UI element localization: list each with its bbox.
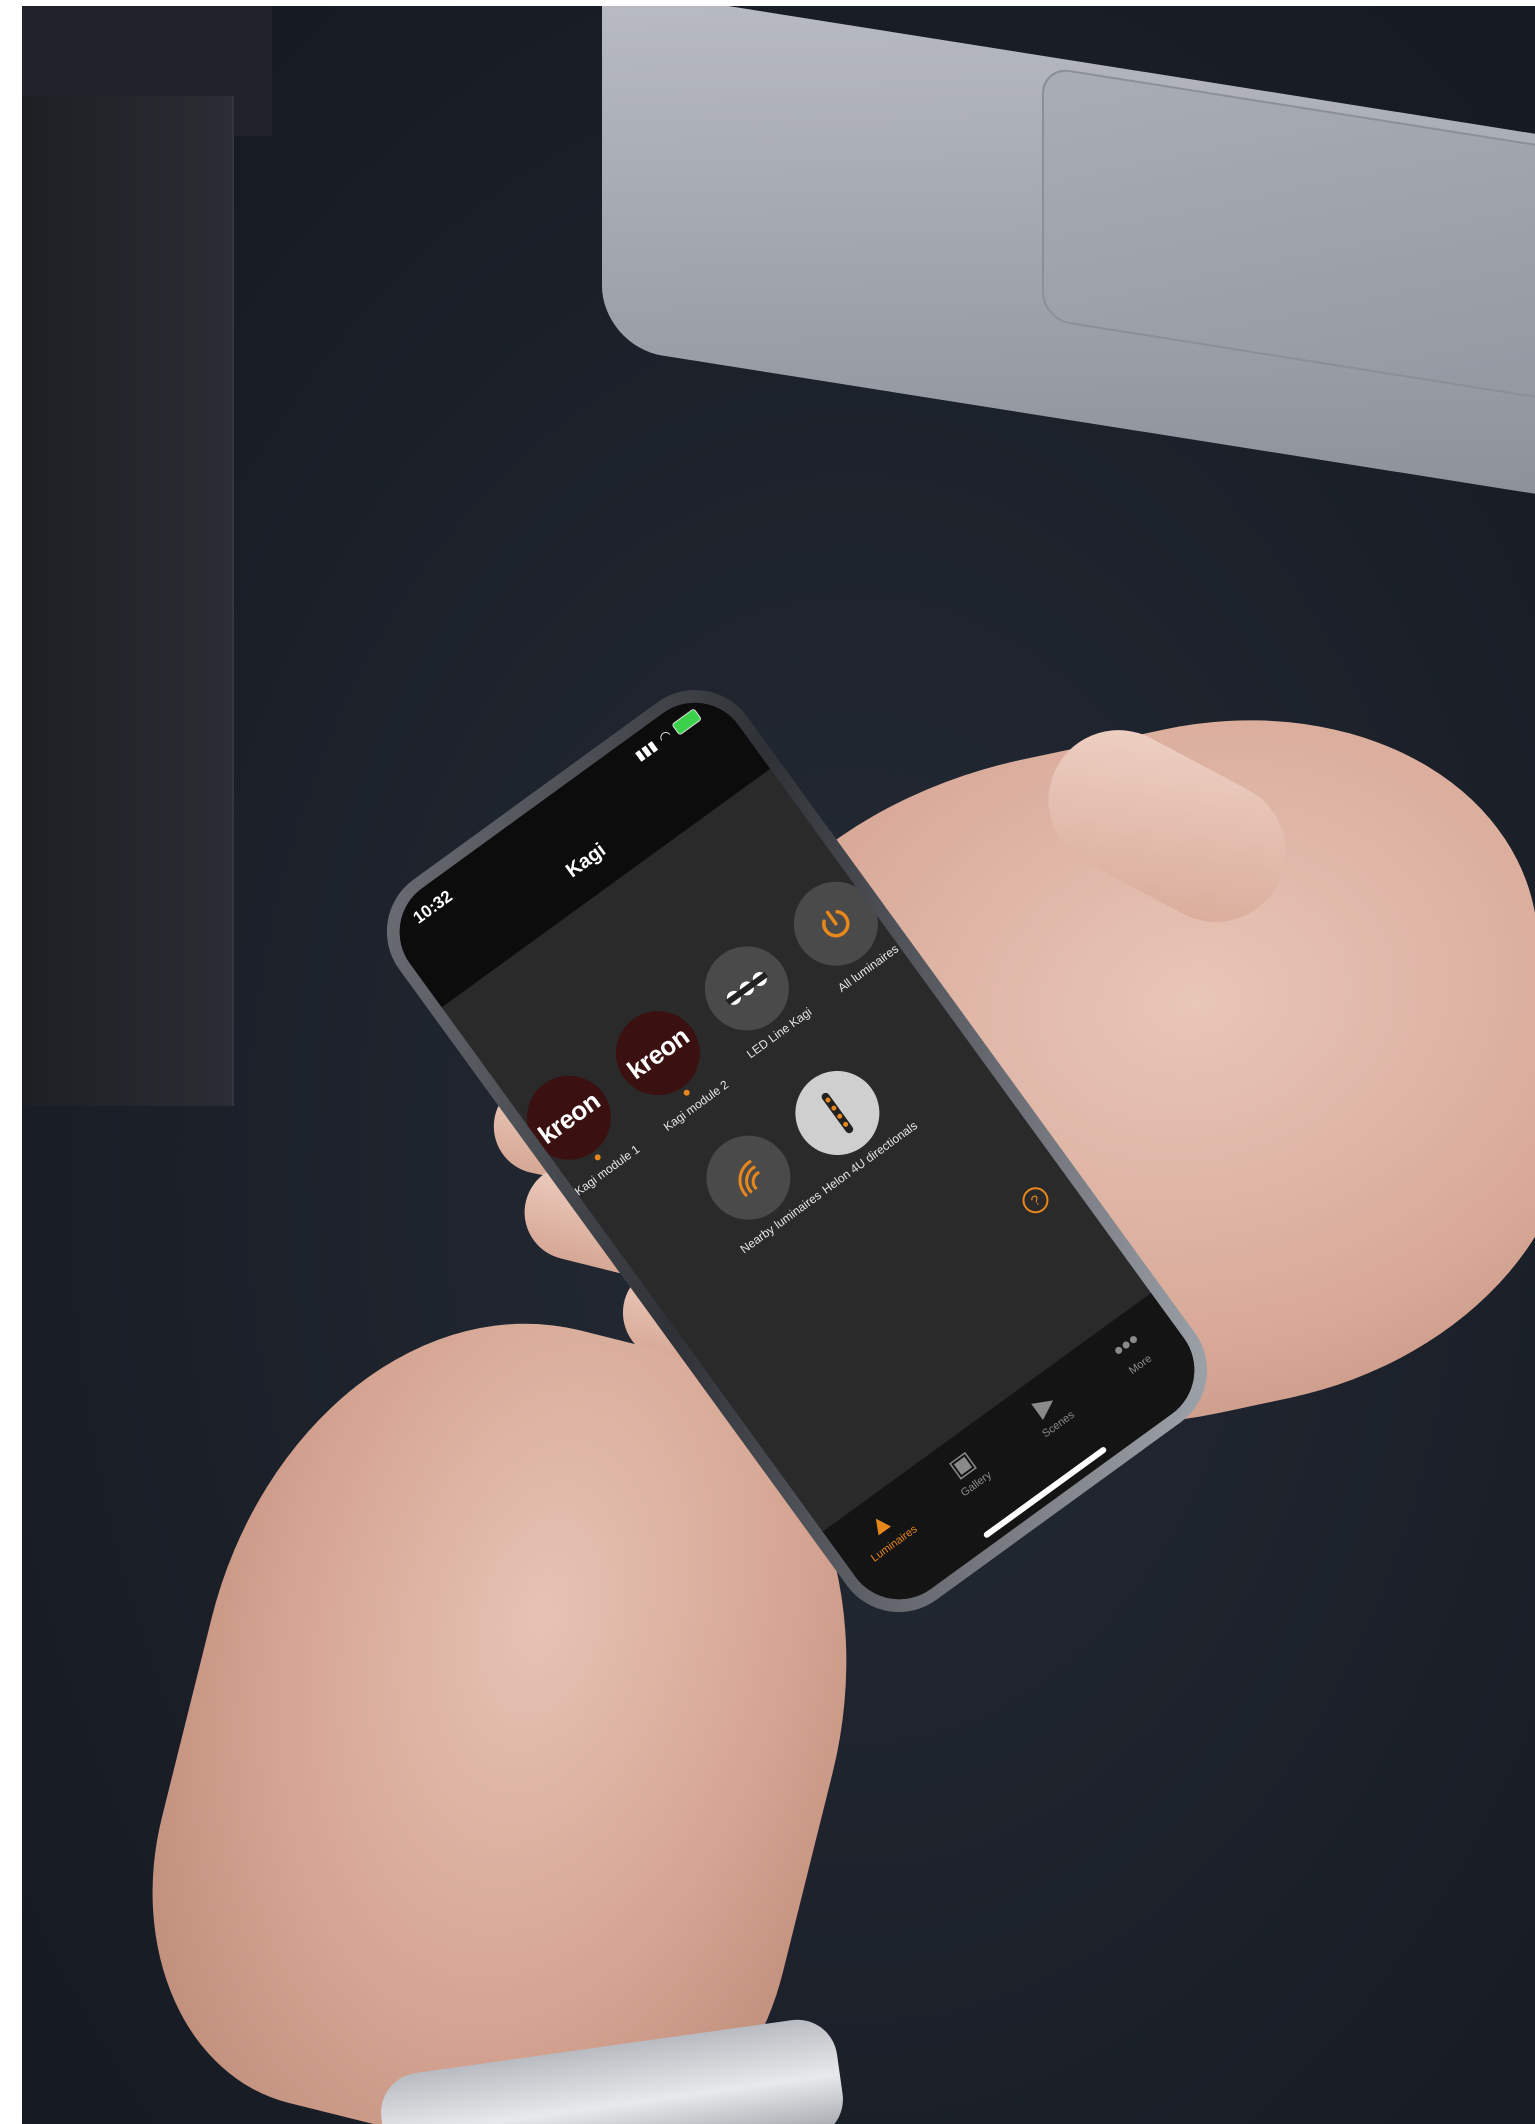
battery-icon [670, 707, 702, 736]
scenes-icon: ▶ [1026, 1386, 1061, 1423]
photo-background: 10:32 ▮▮▮ ◠ Kagi kreon Kagi module 1 kre… [22, 6, 1535, 2124]
notebook [22, 96, 234, 1106]
tab-bar: ▲ Luminaires ▣ Gallery ▶ Scenes ••• More [822, 1292, 1216, 1621]
status-dot [593, 1153, 602, 1162]
signal-icon: ▮▮▮ [631, 737, 660, 764]
status-dot [682, 1088, 691, 1097]
page-title: Kagi [561, 838, 610, 883]
wifi-icon: ◠ [655, 726, 675, 747]
laptop [602, 6, 1535, 499]
laptop-trackpad [1042, 65, 1535, 403]
help-button[interactable]: ? [1017, 1182, 1054, 1219]
